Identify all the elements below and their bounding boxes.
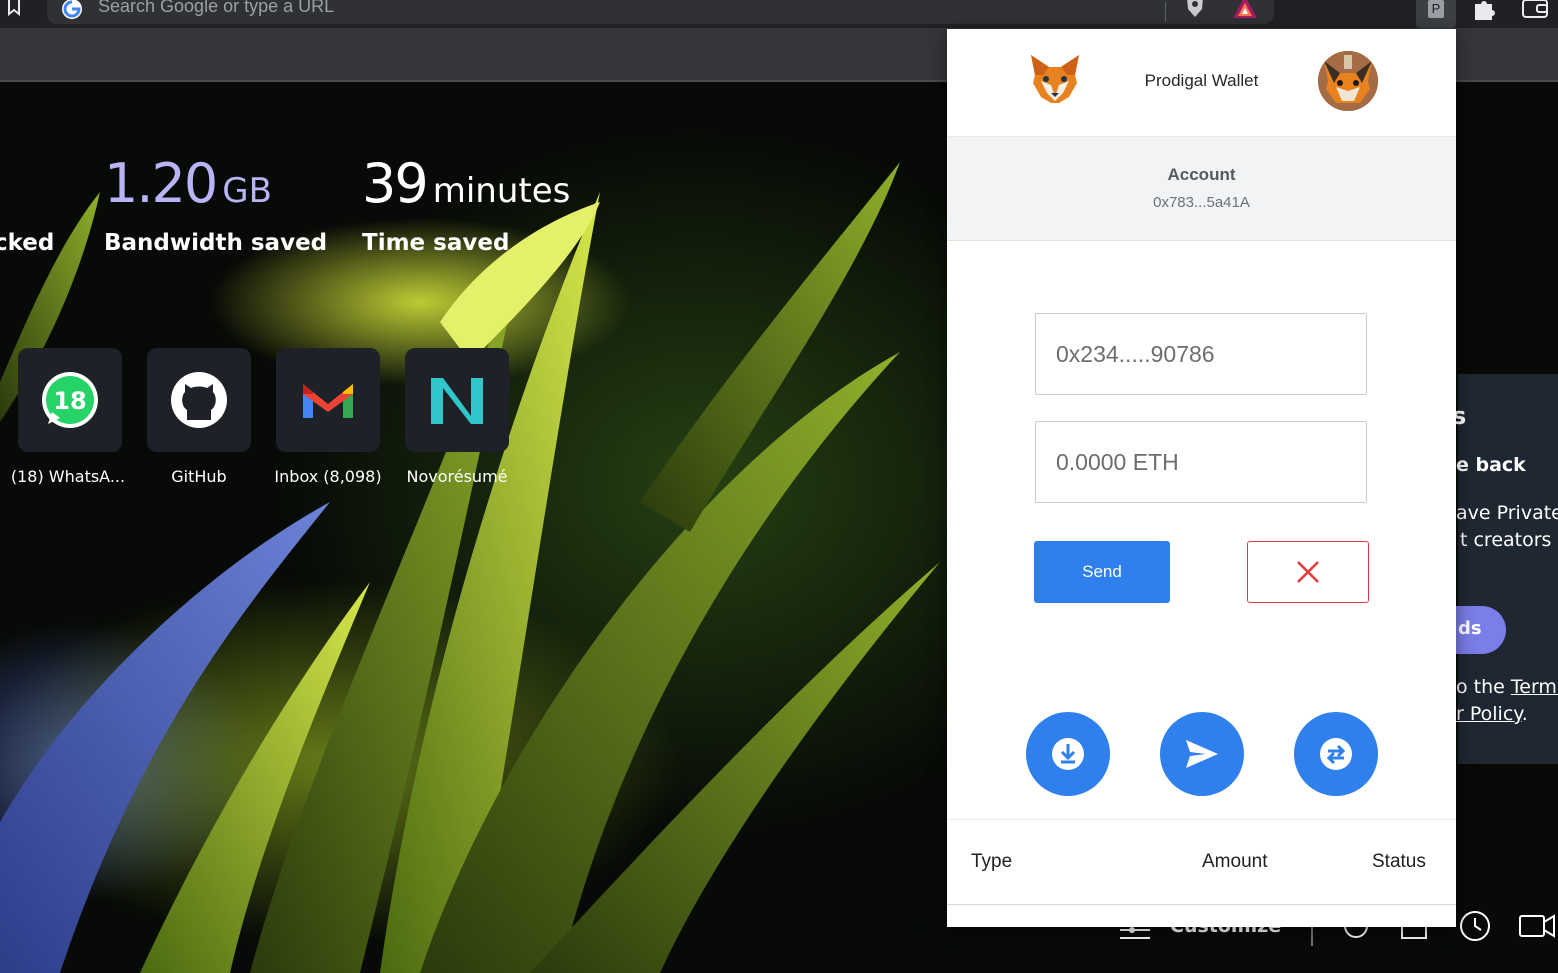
avatar-fox-image [1318, 51, 1378, 111]
transactions-table-border [947, 904, 1456, 905]
address-bar-placeholder: Search Google or type a URL [98, 0, 335, 16]
stat-time-value: 39 [362, 152, 429, 215]
tile-whatsapp[interactable]: 18 [18, 348, 122, 452]
github-icon [171, 372, 227, 428]
tile-github-label[interactable]: GitHub [134, 467, 264, 486]
gmail-icon [303, 384, 353, 418]
recipient-address-input[interactable] [1035, 313, 1367, 395]
customize-icon[interactable] [1120, 927, 1150, 939]
terms-link[interactable]: Terms [1511, 676, 1558, 698]
tile-github[interactable] [147, 348, 251, 452]
account-label: Account [1167, 165, 1236, 184]
tile-novoresume[interactable] [405, 348, 509, 452]
rewards-policy-line: r Policy. [1456, 703, 1528, 725]
stat-bandwidth-label: Bandwidth saved [104, 230, 328, 256]
column-header-type: Type [971, 851, 1013, 872]
swap-arrows-icon [1320, 738, 1352, 770]
extensions-puzzle-icon[interactable] [1470, 0, 1498, 24]
paper-plane-icon [1186, 740, 1218, 768]
send-button[interactable]: Send [1034, 541, 1170, 603]
rewards-terms-line: o the Terms [1456, 676, 1558, 698]
bookmark-icon[interactable] [6, 0, 22, 16]
wallet-popup: Prodigal Wallet Account 0x783...5a41A Se… [947, 29, 1456, 927]
account-avatar[interactable] [1318, 51, 1378, 111]
rewards-start-label: ds [1458, 618, 1482, 639]
address-bar-divider [1165, 2, 1166, 22]
brave-rewards-icon[interactable] [1233, 0, 1257, 19]
download-icon [1052, 738, 1084, 770]
novoresume-icon [431, 378, 483, 424]
stat-trackers-label: cked [0, 230, 55, 256]
browser-toolbar: Search Google or type a URL P [0, 0, 1558, 28]
swap-button[interactable] [1294, 712, 1378, 796]
close-icon [1297, 561, 1319, 583]
stat-bandwidth: 1.20 GB [104, 152, 272, 215]
account-address[interactable]: 0x783...5a41A [947, 194, 1456, 211]
cancel-button[interactable] [1247, 541, 1369, 603]
tile-whatsapp-label[interactable]: (18) WhatsA... [3, 467, 133, 486]
wallet-title: Prodigal Wallet [1144, 71, 1259, 90]
rewards-policy-period: . [1521, 703, 1528, 725]
rewards-desc-2: t creators [1460, 529, 1552, 551]
tile-gmail[interactable] [276, 348, 380, 452]
whatsapp-badge: 18 [53, 387, 86, 415]
receive-button[interactable] [1026, 712, 1110, 796]
amount-input[interactable] [1035, 421, 1367, 503]
stat-time-label: Time saved [362, 230, 510, 256]
tile-novoresume-label[interactable]: Novorésumé [392, 467, 522, 486]
account-bar[interactable]: Account 0x783...5a41A [947, 137, 1456, 241]
brave-talk-camera-icon[interactable] [1519, 914, 1555, 938]
stat-bandwidth-value: 1.20 [104, 152, 218, 215]
whatsapp-icon: 18 [42, 372, 98, 428]
rewards-terms-prefix: o the [1456, 676, 1511, 698]
column-header-amount: Amount [1202, 851, 1268, 872]
column-header-status: Status [1372, 851, 1426, 872]
address-bar[interactable]: Search Google or type a URL [47, 0, 1274, 24]
privacy-policy-link[interactable]: r Policy [1456, 703, 1522, 725]
tile-gmail-label[interactable]: Inbox (8,098) [263, 467, 393, 486]
extension-p-icon[interactable]: P [1416, 0, 1456, 28]
stat-time-unit: minutes [432, 171, 571, 211]
send-action-button[interactable] [1160, 712, 1244, 796]
google-icon [62, 0, 82, 19]
stat-trackers-blocked: cked [0, 230, 54, 256]
rewards-subtitle: e back [1456, 454, 1526, 476]
brave-shield-icon[interactable] [1183, 0, 1207, 19]
stat-time: 39 minutes [362, 152, 570, 215]
transactions-divider [947, 819, 1456, 820]
wallet-header: Prodigal Wallet [947, 29, 1456, 137]
browser-wallet-icon[interactable] [1520, 0, 1550, 22]
extension-p-letter: P [1428, 0, 1444, 18]
rewards-desc-1: ave Private [1456, 502, 1558, 524]
stat-bandwidth-unit: GB [222, 171, 272, 211]
